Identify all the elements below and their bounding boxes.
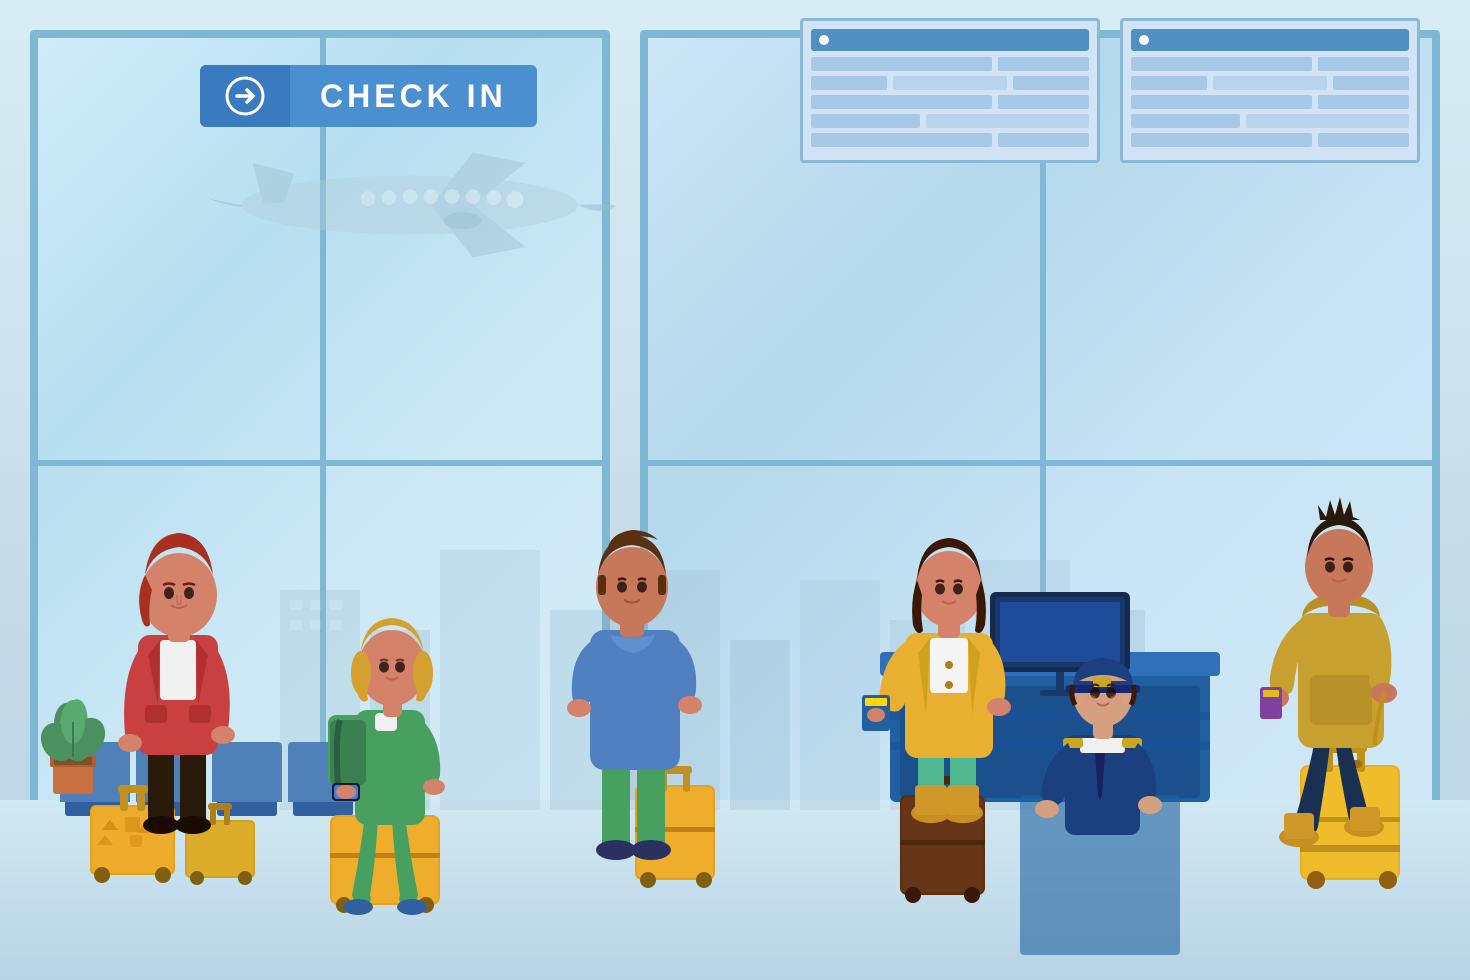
arrow-right-icon bbox=[225, 76, 265, 116]
person-5-staff bbox=[1020, 595, 1180, 980]
person-1-red-jacket bbox=[80, 475, 280, 980]
checkin-label: CHECK IN bbox=[320, 78, 507, 115]
checkin-sign: CHECK IN bbox=[200, 65, 537, 127]
board-dot-2 bbox=[1139, 35, 1149, 45]
person-3-blue-sweater bbox=[530, 475, 730, 980]
board-header-2 bbox=[1131, 29, 1409, 51]
checkin-arrow-box bbox=[200, 65, 290, 127]
flight-board-2 bbox=[1120, 18, 1420, 163]
board-dot-1 bbox=[819, 35, 829, 45]
person-6-walking-man bbox=[1220, 455, 1420, 980]
airplane-illustration bbox=[200, 120, 580, 295]
flight-board-1 bbox=[800, 18, 1100, 163]
person-2-blonde-sitting bbox=[310, 555, 470, 980]
checkin-text-box: CHECK IN bbox=[290, 65, 537, 127]
board-header-1 bbox=[811, 29, 1089, 51]
airport-scene: CHECK IN bbox=[0, 0, 1470, 980]
flight-boards bbox=[800, 18, 1420, 163]
